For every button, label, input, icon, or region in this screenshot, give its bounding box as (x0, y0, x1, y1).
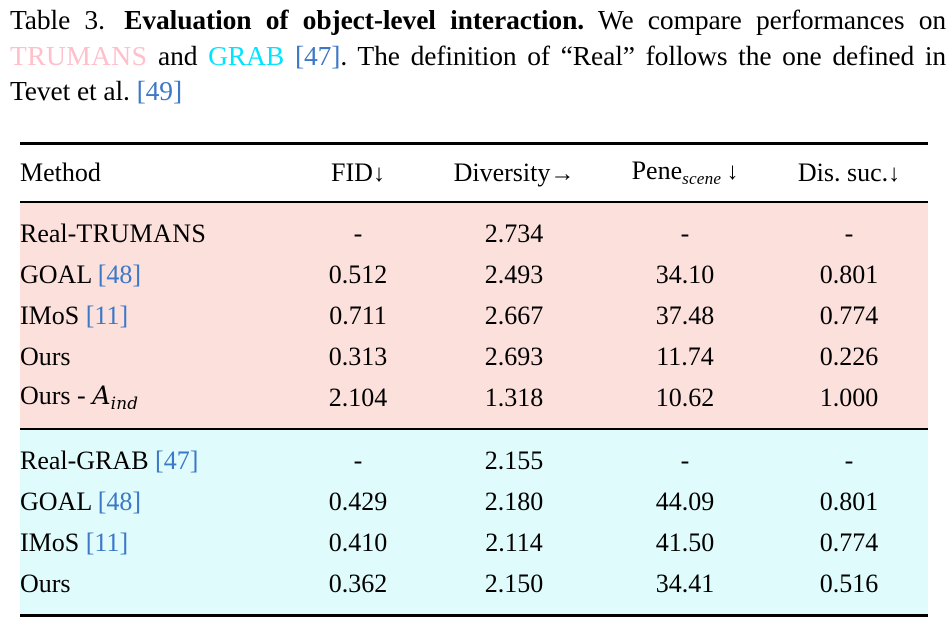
caption-citation-47[interactable]: [47] (295, 40, 341, 71)
row-method-name: Ours (20, 563, 288, 604)
table-row: GOAL [48] 0.429 2.180 44.09 0.801 (20, 481, 928, 522)
method-citation[interactable]: [48] (98, 260, 141, 289)
cell-diversity: 1.318 (428, 377, 600, 418)
diversity-right-arrow-icon: → (550, 161, 575, 187)
header-method: Method (20, 158, 101, 187)
table-caption: Table 3. Evaluation of object-level inte… (10, 2, 946, 109)
dis-down-arrow-icon: ↓ (888, 161, 901, 187)
cell-dis-suc: - (770, 213, 928, 254)
cell-dis-suc: 0.801 (770, 481, 928, 522)
trumans-section-pad-top (20, 203, 928, 213)
cell-diversity: 2.667 (428, 295, 600, 336)
cell-pene-scene: 34.41 (600, 563, 770, 604)
cell-diversity: 2.155 (428, 440, 600, 481)
cell-dis-suc: 0.774 (770, 295, 928, 336)
caption-text-2: and (158, 39, 198, 71)
math-symbol-A: Aind (92, 381, 139, 414)
cell-fid: - (288, 213, 428, 254)
row-method-name: GOAL [48] (20, 254, 288, 295)
grab-section-pad-top (20, 430, 928, 440)
fid-down-arrow-icon: ↓ (372, 161, 385, 187)
cell-diversity: 2.693 (428, 336, 600, 377)
cell-fid: 0.512 (288, 254, 428, 295)
table-row: IMoS [11] 0.410 2.114 41.50 0.774 (20, 522, 928, 563)
header-fid: FID↓ (331, 158, 385, 187)
table-row: Real-TRUMANS -2.734- - (20, 213, 928, 254)
caption-citation-49[interactable]: [49] (137, 75, 183, 106)
row-method-name: Ours - Aind (20, 377, 288, 418)
cell-diversity: 2.150 (428, 563, 600, 604)
header-diversity: Diversity→ (453, 158, 575, 187)
table-figure-page: Table 3. Evaluation of object-level inte… (0, 0, 952, 625)
cell-pene-scene: 34.10 (600, 254, 770, 295)
table-row: GOAL [48] 0.512 2.493 34.10 0.801 (20, 254, 928, 295)
table-row: Real-GRAB [47] -2.155- - (20, 440, 928, 481)
cell-fid: 0.313 (288, 336, 428, 377)
cell-diversity: 2.114 (428, 522, 600, 563)
method-citation[interactable]: [11] (86, 528, 128, 557)
row-method-name: IMoS [11] (20, 295, 288, 336)
table-row: IMoS [11] 0.711 2.667 37.48 0.774 (20, 295, 928, 336)
results-table-body: Method FID↓ Diversity→ Penescene ↓ Dis. suc.… (20, 142, 928, 618)
cell-pene-scene: - (600, 440, 770, 481)
caption-text-1: We compare performances on (597, 4, 946, 35)
method-smallcaps: TRUMANS (76, 218, 207, 248)
cell-fid: 0.362 (288, 563, 428, 604)
trumans-section-pad-bottom (20, 418, 928, 429)
grab-section-pad-bottom (20, 604, 928, 616)
caption-dataset-trumans: TRUMANS (10, 39, 148, 71)
method-citation[interactable]: [47] (155, 446, 198, 475)
cell-dis-suc: 0.226 (770, 336, 928, 377)
cell-pene-scene: 37.48 (600, 295, 770, 336)
row-method-name: IMoS [11] (20, 522, 288, 563)
cell-dis-suc: - (770, 440, 928, 481)
results-table: Method FID↓ Diversity→ Penescene ↓ Dis. suc.… (20, 142, 928, 618)
cell-pene-scene: 10.62 (600, 377, 770, 418)
caption-dataset-grab: GRAB (208, 39, 285, 71)
cell-fid: 0.711 (288, 295, 428, 336)
cell-fid: 2.104 (288, 377, 428, 418)
cell-pene-scene: 11.74 (600, 336, 770, 377)
pene-subscript: scene (682, 169, 722, 189)
header-pene-scene: Penescene ↓ (631, 156, 739, 189)
table-rule-bottom (20, 614, 928, 618)
cell-fid: 0.410 (288, 522, 428, 563)
math-subscript: ind (110, 393, 139, 414)
cell-diversity: 2.734 (428, 213, 600, 254)
table-row: Ours 0.362 2.150 34.41 0.516 (20, 563, 928, 604)
results-table-wrapper: Method FID↓ Diversity→ Penescene ↓ Dis. suc.… (20, 142, 928, 618)
table-header-row: Method FID↓ Diversity→ Penescene ↓ Dis. suc.… (20, 145, 928, 202)
row-method-name: Ours (20, 336, 288, 377)
caption-label: Table 3. (10, 4, 105, 35)
cell-fid: 0.429 (288, 481, 428, 522)
table-row: Ours 0.313 2.693 11.74 0.226 (20, 336, 928, 377)
cell-dis-suc: 1.000 (770, 377, 928, 418)
cell-diversity: 2.180 (428, 481, 600, 522)
cell-pene-scene: 41.50 (600, 522, 770, 563)
cell-pene-scene: 44.09 (600, 481, 770, 522)
row-method-name: Real-GRAB [47] (20, 440, 288, 481)
pene-down-arrow-icon: ↓ (726, 159, 739, 186)
cell-pene-scene: - (600, 213, 770, 254)
cell-dis-suc: 0.801 (770, 254, 928, 295)
cell-diversity: 2.493 (428, 254, 600, 295)
row-method-name: GOAL [48] (20, 481, 288, 522)
caption-title: Evaluation of object-level interaction. (124, 4, 585, 35)
cell-dis-suc: 0.516 (770, 563, 928, 604)
header-dis-suc: Dis. suc.↓ (797, 158, 901, 187)
table-row: Ours - Aind 2.104 1.318 10.62 1.000 (20, 377, 928, 418)
row-method-name: Real-TRUMANS (20, 213, 288, 254)
method-citation[interactable]: [48] (98, 487, 141, 516)
cell-dis-suc: 0.774 (770, 522, 928, 563)
method-citation[interactable]: [11] (86, 301, 128, 330)
cell-fid: - (288, 440, 428, 481)
